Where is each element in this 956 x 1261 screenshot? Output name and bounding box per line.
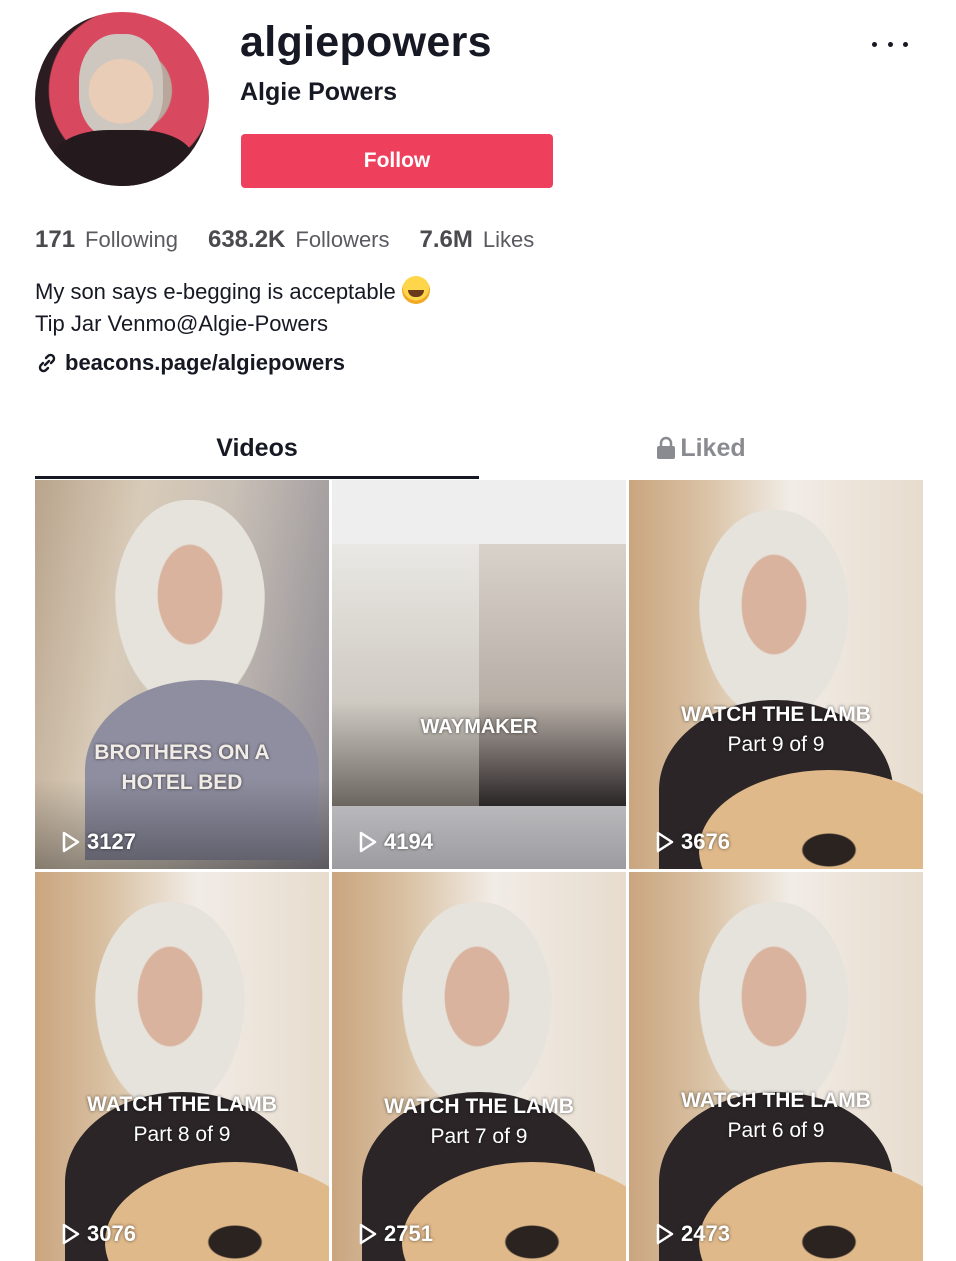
video-caption-line1: BROTHERS ON A — [94, 741, 270, 764]
stat-following[interactable]: 171 Following — [35, 226, 178, 254]
more-dot — [887, 41, 893, 47]
link-icon — [38, 353, 56, 373]
profile-nickname: Algie Powers — [240, 78, 397, 106]
profile-bio: My son says e-begging is acceptable Tip … — [35, 276, 430, 340]
likes-label: Likes — [482, 227, 535, 252]
avatar-arm — [53, 130, 193, 186]
more-options-icon[interactable] — [872, 30, 908, 58]
video-caption-line2: Part 9 of 9 — [727, 733, 825, 756]
video-caption: WATCH THE LAMB Part 8 of 9 — [35, 1090, 329, 1150]
more-dot — [903, 41, 908, 47]
profile-avatar[interactable] — [35, 12, 209, 186]
thumbnail-person — [699, 510, 849, 720]
profile-link-text: beacons.page/algiepowers — [65, 350, 345, 375]
video-tile[interactable]: WATCH THE LAMB Part 9 of 9 3676 — [629, 480, 923, 869]
follow-button[interactable]: Follow — [241, 134, 553, 188]
thumbnail-person — [699, 902, 849, 1112]
bio-line-1-text: My son says e-begging is acceptable — [35, 279, 396, 304]
lock-icon — [657, 436, 676, 459]
video-grid: BROTHERS ON A HOTEL BED 3127 WAYMAKER 41… — [35, 480, 923, 1261]
play-icon — [359, 1223, 377, 1245]
video-caption-line2: Part 6 of 9 — [727, 1119, 825, 1142]
followers-count: 638.2K — [207, 226, 286, 253]
play-icon — [62, 1223, 80, 1245]
following-count: 171 — [35, 226, 76, 253]
tab-liked[interactable]: Liked — [479, 420, 923, 476]
video-caption: WATCH THE LAMB Part 7 of 9 — [332, 1092, 626, 1152]
avatar-face — [79, 34, 163, 138]
thumbnail-person — [95, 902, 245, 1112]
bio-line-1: My son says e-begging is acceptable — [35, 276, 430, 308]
video-caption-line1: WATCH THE LAMB — [87, 1093, 277, 1116]
play-icon — [359, 831, 377, 853]
video-tile[interactable]: WAYMAKER 4194 — [332, 480, 626, 869]
video-caption: WAYMAKER — [332, 712, 626, 742]
video-caption-line1: WAYMAKER — [420, 716, 538, 738]
video-tile[interactable]: BROTHERS ON A HOTEL BED 3127 — [35, 480, 329, 869]
video-plays: 3676 — [655, 829, 730, 855]
likes-count: 7.6M — [419, 226, 473, 253]
video-play-count: 2751 — [384, 1221, 433, 1246]
video-plays: 4194 — [358, 829, 433, 855]
video-plays: 2473 — [655, 1221, 730, 1247]
profile-link[interactable]: beacons.page/algiepowers — [35, 350, 345, 376]
play-icon — [656, 1223, 674, 1245]
video-caption: BROTHERS ON A HOTEL BED — [35, 738, 329, 798]
video-plays: 3076 — [61, 1221, 136, 1247]
tab-liked-label: Liked — [680, 433, 746, 462]
video-caption-line1: WATCH THE LAMB — [384, 1095, 574, 1118]
following-label: Following — [85, 227, 178, 252]
profile-username: algiepowers — [240, 18, 492, 66]
thumbnail-person — [402, 902, 552, 1112]
rofl-emoji-icon — [401, 276, 430, 304]
video-caption-line1: WATCH THE LAMB — [681, 1089, 871, 1112]
video-caption-line2: Part 8 of 9 — [133, 1123, 231, 1146]
profile-stats: 171 Following 638.2K Followers 7.6M Like… — [35, 226, 564, 254]
video-tile[interactable]: WATCH THE LAMB Part 6 of 9 2473 — [629, 872, 923, 1261]
play-icon — [62, 831, 80, 853]
thumbnail-person — [115, 500, 265, 710]
video-play-count: 4194 — [384, 829, 433, 854]
video-plays: 3127 — [61, 829, 136, 855]
profile-tabs: Videos Liked — [35, 420, 923, 479]
video-play-count: 3127 — [87, 829, 136, 854]
bio-line-2: Tip Jar Venmo@Algie-Powers — [35, 311, 328, 336]
video-play-count: 3076 — [87, 1221, 136, 1246]
thumbnail-right-panel — [479, 544, 626, 806]
tab-videos-label: Videos — [216, 433, 298, 462]
tab-videos[interactable]: Videos — [35, 420, 479, 479]
video-plays: 2751 — [358, 1221, 433, 1247]
video-caption: WATCH THE LAMB Part 9 of 9 — [629, 700, 923, 760]
thumbnail-left-panel — [332, 544, 479, 806]
video-tile[interactable]: WATCH THE LAMB Part 8 of 9 3076 — [35, 872, 329, 1261]
video-play-count: 2473 — [681, 1221, 730, 1246]
stat-likes: 7.6M Likes — [420, 226, 535, 254]
followers-label: Followers — [295, 227, 390, 252]
video-tile[interactable]: WATCH THE LAMB Part 7 of 9 2751 — [332, 872, 626, 1261]
more-dot — [872, 41, 877, 47]
video-play-count: 3676 — [681, 829, 730, 854]
video-caption-line2: HOTEL BED — [121, 771, 243, 794]
video-caption-line2: Part 7 of 9 — [430, 1125, 528, 1148]
video-caption: WATCH THE LAMB Part 6 of 9 — [629, 1086, 923, 1146]
stat-followers[interactable]: 638.2K Followers — [208, 226, 390, 254]
video-caption-line1: WATCH THE LAMB — [681, 703, 871, 726]
play-icon — [656, 831, 674, 853]
